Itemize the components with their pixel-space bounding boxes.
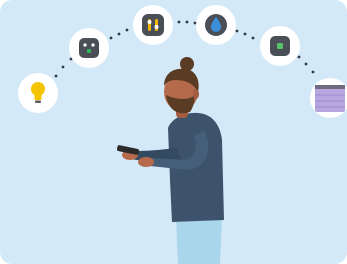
water-leak-badge xyxy=(196,5,236,45)
motion-sensor-icon xyxy=(270,36,290,56)
smart-home-illustration xyxy=(0,0,347,264)
thermostat-icon xyxy=(142,14,164,36)
motion-sensor-badge xyxy=(260,26,300,66)
smart-plug-icon xyxy=(79,38,99,58)
ear xyxy=(193,89,199,99)
lightbulb-badge xyxy=(18,73,58,113)
water-leak-sensor-icon xyxy=(205,14,227,36)
window-shade-icon xyxy=(315,85,345,112)
hand-right xyxy=(138,157,154,167)
hair-bun xyxy=(180,57,194,71)
pants xyxy=(176,218,222,264)
illustration-canvas xyxy=(0,0,347,264)
smart-plug-badge xyxy=(69,28,109,68)
thermostat-badge xyxy=(133,5,173,45)
